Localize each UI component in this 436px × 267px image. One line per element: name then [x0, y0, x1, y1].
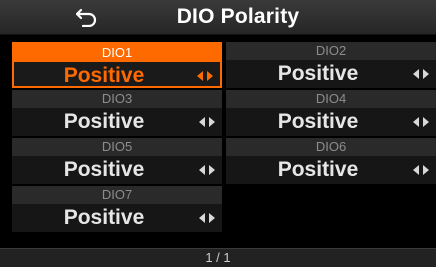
- header-bar: DIO Polarity: [0, 0, 436, 35]
- dio-grid: DIO1 Positive DIO2 Positive DIO3 Positiv…: [0, 38, 436, 234]
- left-right-arrows-icon[interactable]: [410, 67, 432, 81]
- dio4-value: Positive: [277, 110, 359, 133]
- left-right-arrows-icon[interactable]: [410, 163, 432, 177]
- dio6-item[interactable]: DIO6 Positive: [226, 138, 436, 184]
- page-title: DIO Polarity: [176, 5, 300, 28]
- left-right-arrows-icon[interactable]: [196, 211, 218, 225]
- dio3-item[interactable]: DIO3 Positive: [12, 90, 222, 136]
- page-indicator: 1 / 1: [0, 248, 436, 267]
- dio1-item[interactable]: DIO1 Positive: [12, 42, 222, 88]
- dio6-value: Positive: [277, 158, 359, 181]
- dio7-value: Positive: [63, 206, 145, 229]
- dio2-value: Positive: [277, 62, 359, 85]
- dio6-label: DIO6: [226, 138, 436, 156]
- left-right-arrows-icon[interactable]: [194, 69, 216, 83]
- left-right-arrows-icon[interactable]: [196, 115, 218, 129]
- dio3-value: Positive: [63, 110, 145, 133]
- dio7-item[interactable]: DIO7 Positive: [12, 186, 222, 232]
- dio3-label: DIO3: [12, 90, 222, 108]
- dio5-item[interactable]: DIO5 Positive: [12, 138, 222, 184]
- dio1-value: Positive: [63, 64, 145, 87]
- dio2-item[interactable]: DIO2 Positive: [226, 42, 436, 88]
- dio5-label: DIO5: [12, 138, 222, 156]
- dio2-label: DIO2: [226, 42, 436, 60]
- left-right-arrows-icon[interactable]: [410, 115, 432, 129]
- dio1-label: DIO1: [14, 44, 220, 62]
- dio4-item[interactable]: DIO4 Positive: [226, 90, 436, 136]
- dio5-value: Positive: [63, 158, 145, 181]
- left-right-arrows-icon[interactable]: [196, 163, 218, 177]
- dio4-label: DIO4: [226, 90, 436, 108]
- dio7-label: DIO7: [12, 186, 222, 204]
